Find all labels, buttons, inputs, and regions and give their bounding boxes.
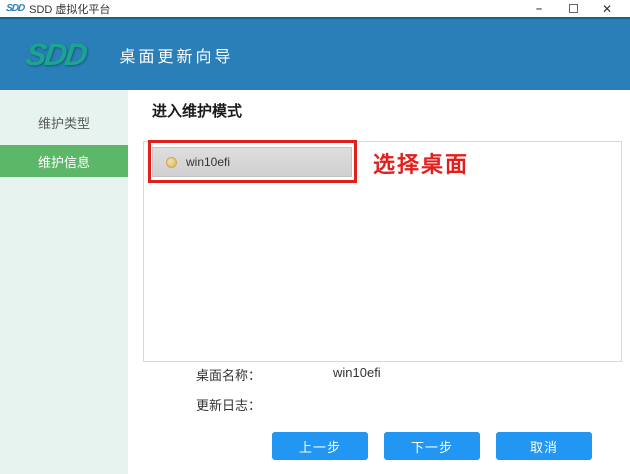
next-step-button[interactable]: 下一步: [384, 432, 480, 460]
update-log-row: 更新日志：: [196, 395, 333, 414]
sidebar-item-maintenance-info[interactable]: 维护信息: [0, 145, 128, 177]
page-title: 进入维护模式: [152, 100, 242, 121]
maximize-button[interactable]: [556, 1, 590, 17]
desktop-list-item-win10efi[interactable]: win10efi: [152, 147, 352, 177]
minimize-icon: –: [536, 6, 542, 12]
close-button[interactable]: ✕: [590, 1, 624, 17]
window-title: SDD 虚拟化平台: [29, 1, 110, 17]
desktop-icon: [166, 157, 177, 168]
desktop-name-row: 桌面名称： win10efi: [196, 365, 381, 384]
close-icon: ✕: [602, 2, 612, 16]
titlebar: SDD SDD 虚拟化平台 – ✕: [0, 0, 630, 17]
wizard-title: 桌面更新向导: [119, 43, 233, 67]
sdd-logo-icon: SDD: [23, 37, 88, 73]
sidebar-item-maintenance-type[interactable]: 维护类型: [0, 106, 128, 138]
desktop-name-label: 桌面名称：: [196, 365, 333, 384]
maximize-icon: [569, 4, 578, 13]
wizard-steps-sidebar: 维护类型 维护信息: [0, 90, 128, 474]
app-logo-icon: SDD: [5, 3, 24, 14]
desktop-item-label: win10efi: [186, 155, 230, 169]
previous-step-button[interactable]: 上一步: [272, 432, 368, 460]
cancel-button[interactable]: 取消: [496, 432, 592, 460]
update-log-label: 更新日志：: [196, 395, 333, 414]
main-panel: 进入维护模式 win10efi 选择桌面 桌面名称： win10efi 更新日志…: [128, 90, 630, 474]
desktop-name-value: win10efi: [333, 365, 381, 384]
app-window: SDD SDD 虚拟化平台 – ✕ SDD 桌面更新向导 维护类型 维护信息 进…: [0, 0, 630, 474]
annotation-label: 选择桌面: [373, 147, 469, 179]
wizard-header: SDD 桌面更新向导: [0, 19, 630, 90]
minimize-button[interactable]: –: [522, 1, 556, 17]
